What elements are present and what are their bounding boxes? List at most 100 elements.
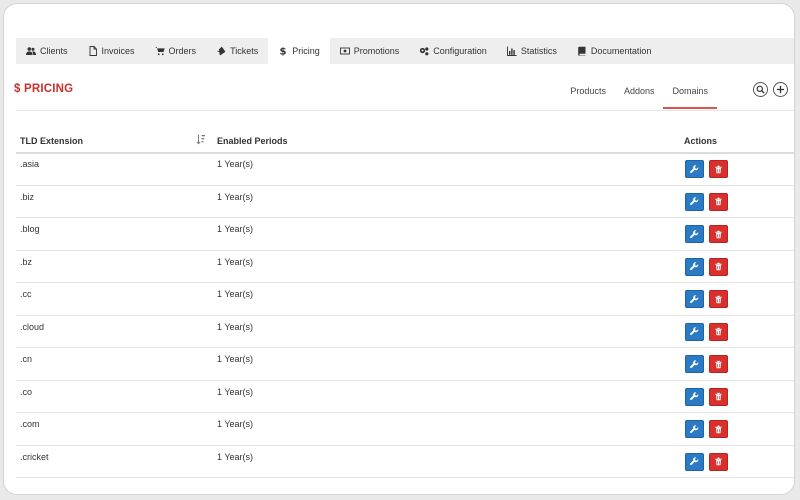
table-row: .cc 1 Year(s)	[16, 283, 794, 316]
tld-cell: .cn	[20, 354, 33, 364]
nav-label: Tickets	[230, 46, 259, 56]
table-row: .asia 1 Year(s)	[16, 153, 794, 186]
delete-button[interactable]	[709, 257, 728, 276]
wrench-icon	[690, 262, 699, 271]
trash-icon	[715, 457, 722, 466]
bar-chart-icon	[506, 46, 517, 56]
wrench-icon	[690, 392, 699, 401]
edit-button[interactable]	[685, 452, 704, 471]
tld-cell: .biz	[20, 191, 35, 202]
edit-button[interactable]	[685, 225, 704, 243]
tld-cell: .blog	[20, 224, 40, 234]
periods-cell: 1 Year(s)	[217, 451, 254, 462]
edit-button[interactable]	[685, 355, 704, 373]
column-header-periods: Enabled Periods	[217, 136, 288, 146]
pricing-subtabs: Products Addons Domains	[561, 78, 761, 109]
dollar-icon: $	[280, 47, 287, 56]
nav-item-orders[interactable]: Orders	[145, 38, 207, 64]
periods-cell: 1 Year(s)	[217, 321, 254, 332]
search-button[interactable]	[753, 82, 768, 97]
nav-label: Clients	[40, 46, 68, 56]
wrench-icon	[690, 197, 699, 206]
nav-item-configuration[interactable]: Configuration	[409, 38, 497, 64]
table-row: .bz 1 Year(s)	[16, 251, 794, 283]
table-row: .cn 1 Year(s)	[16, 348, 794, 381]
edit-button[interactable]	[685, 322, 704, 341]
periods-cell: 1 Year(s)	[217, 419, 254, 429]
edit-button[interactable]	[685, 192, 704, 211]
nav-label: Invoices	[101, 46, 135, 56]
top-nav: Clients Invoices Orders Tickets $ Pricin…	[16, 38, 794, 64]
trash-icon	[715, 165, 722, 173]
periods-cell: 1 Year(s)	[217, 386, 254, 397]
tld-cell: .com	[20, 419, 40, 429]
table-row: .co 1 Year(s)	[16, 381, 794, 413]
table-row: .blog 1 Year(s)	[16, 218, 794, 251]
wrench-icon	[690, 229, 699, 238]
tld-cell: .cc	[20, 289, 32, 299]
wrench-icon	[690, 327, 699, 336]
nav-item-promotions[interactable]: Promotions	[330, 38, 410, 64]
header-divider	[16, 110, 794, 111]
table-row: .biz 1 Year(s)	[16, 186, 794, 218]
edit-button[interactable]	[685, 387, 704, 406]
nav-label: Documentation	[590, 46, 652, 56]
periods-cell: 1 Year(s)	[217, 354, 254, 364]
tab-addons[interactable]: Addons	[615, 78, 664, 107]
trash-icon	[715, 425, 722, 433]
tab-domains[interactable]: Domains	[663, 78, 717, 109]
nav-item-tickets[interactable]: Tickets	[206, 38, 268, 64]
sort-icon[interactable]	[196, 134, 206, 145]
edit-button[interactable]	[685, 290, 704, 308]
trash-icon	[715, 327, 722, 336]
tld-cell: .asia	[20, 159, 40, 169]
edit-button[interactable]	[685, 160, 704, 178]
trash-icon	[715, 197, 722, 206]
money-icon	[339, 47, 350, 55]
add-button[interactable]	[773, 82, 788, 97]
column-header-actions: Actions	[684, 136, 718, 146]
wrench-icon	[690, 457, 699, 466]
delete-button[interactable]	[709, 322, 728, 341]
delete-button[interactable]	[709, 192, 728, 211]
nav-item-documentation[interactable]: Documentation	[567, 38, 662, 64]
svg-text:$: $	[280, 47, 287, 56]
cart-icon	[154, 47, 165, 56]
periods-cell: 1 Year(s)	[217, 224, 254, 234]
edit-button[interactable]	[685, 420, 704, 438]
tld-cell: .cloud	[20, 321, 45, 332]
nav-item-statistics[interactable]: Statistics	[497, 38, 567, 64]
periods-cell: 1 Year(s)	[217, 256, 254, 267]
nav-label: Configuration	[433, 46, 487, 56]
tld-cell: .bz	[20, 256, 33, 267]
delete-button[interactable]	[709, 290, 728, 308]
delete-button[interactable]	[709, 420, 728, 438]
nav-item-pricing[interactable]: $ Pricing	[268, 38, 330, 64]
users-icon	[26, 47, 36, 55]
tld-cell: .cricket	[20, 451, 49, 462]
edit-button[interactable]	[685, 257, 704, 276]
nav-label: Orders	[168, 46, 197, 56]
file-icon	[89, 46, 97, 56]
periods-cell: 1 Year(s)	[217, 159, 254, 169]
delete-button[interactable]	[709, 452, 728, 471]
delete-button[interactable]	[709, 225, 728, 243]
app-frame: Clients Invoices Orders Tickets $ Pricin…	[3, 3, 795, 495]
tld-cell: .co	[20, 386, 33, 397]
trash-icon	[715, 295, 722, 303]
delete-button[interactable]	[709, 355, 728, 373]
nav-item-clients[interactable]: Clients	[16, 38, 78, 64]
delete-button[interactable]	[709, 387, 728, 406]
delete-button[interactable]	[709, 160, 728, 178]
nav-label: Promotions	[353, 46, 400, 56]
page-title: $ PRICING	[14, 83, 74, 95]
wrench-icon	[690, 359, 699, 368]
trash-icon	[715, 360, 722, 368]
table-row: .cricket 1 Year(s)	[16, 446, 794, 478]
periods-cell: 1 Year(s)	[217, 289, 254, 299]
tab-products[interactable]: Products	[561, 78, 615, 107]
column-header-tld[interactable]: TLD Extension	[20, 136, 83, 146]
wrench-icon	[690, 164, 699, 173]
book-icon	[578, 46, 586, 56]
nav-item-invoices[interactable]: Invoices	[78, 38, 145, 64]
